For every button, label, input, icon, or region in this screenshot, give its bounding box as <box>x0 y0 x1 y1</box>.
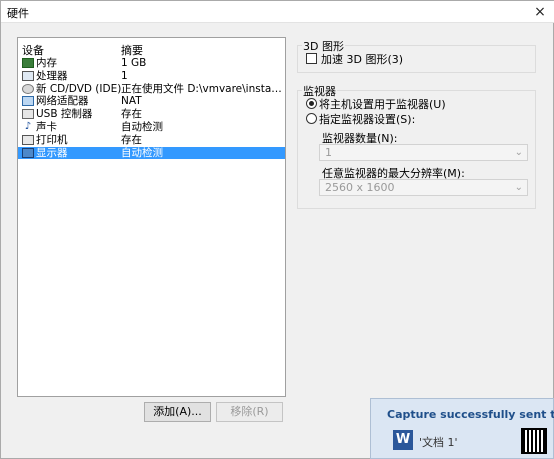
device-summary: 1 GB <box>121 57 147 69</box>
use-host-settings-radio[interactable] <box>306 98 317 109</box>
display-icon <box>22 147 34 158</box>
accelerate-3d-label[interactable]: 加速 3D 图形(3) <box>321 51 403 67</box>
chevron-down-icon: ⌄ <box>514 147 523 158</box>
device-row-processor[interactable]: 处理器 1 <box>18 70 285 83</box>
toast-document-name: '文档 1' <box>419 436 458 449</box>
device-name: 显示器 <box>36 146 68 159</box>
toast-message: Capture successfully sent to <box>387 408 554 421</box>
device-list-header: 设备 摘要 <box>18 38 285 58</box>
specify-monitor-settings-radio[interactable] <box>306 113 317 124</box>
device-name: 声卡 <box>36 120 57 133</box>
specify-monitor-settings-label[interactable]: 指定监视器设置(S): <box>319 111 415 127</box>
capture-toast[interactable]: Capture successfully sent to W '文档 1' <box>370 398 554 459</box>
device-name: 网络适配器 <box>36 95 89 108</box>
network-adapter-icon <box>22 96 34 107</box>
processor-icon <box>22 70 34 81</box>
device-row-printer[interactable]: 打印机 存在 <box>18 134 285 147</box>
max-resolution-value: 2560 x 1600 <box>325 181 395 194</box>
monitor-count-select[interactable]: 1 ⌄ <box>319 144 528 161</box>
device-row-network-adapter[interactable]: 网络适配器 NAT <box>18 95 285 108</box>
device-summary: 存在 <box>121 108 142 121</box>
device-name: 内存 <box>36 57 57 69</box>
title-bar: 硬件 × <box>1 1 554 23</box>
device-summary: 1 <box>121 69 128 82</box>
add-device-button[interactable]: 添加(A)... <box>144 402 211 422</box>
chevron-down-icon: ⌄ <box>514 182 523 193</box>
close-icon[interactable]: × <box>529 3 551 21</box>
device-name: 打印机 <box>36 133 68 146</box>
max-resolution-select[interactable]: 2560 x 1600 ⌄ <box>319 179 528 196</box>
device-name: USB 控制器 <box>36 108 93 121</box>
device-summary: 正在使用文件 D:\vmvare\install\Cen... <box>121 82 283 95</box>
window-title: 硬件 <box>7 7 29 20</box>
monitor-count-value: 1 <box>325 146 332 159</box>
device-row-usb-controller[interactable]: USB 控制器 存在 <box>18 108 285 121</box>
device-list[interactable]: 设备 摘要 内存 1 GB 处理器 1 新 CD/DVD (IDE) 正在使用文… <box>17 37 286 397</box>
remove-device-button[interactable]: 移除(R) <box>216 402 283 422</box>
device-row-sound-card[interactable]: ♪ 声卡 自动检测 <box>18 121 285 134</box>
qr-code-icon <box>521 428 547 454</box>
device-name: 新 CD/DVD (IDE) <box>36 82 122 95</box>
device-summary: 自动检测 <box>121 120 163 133</box>
column-header-summary[interactable]: 摘要 <box>121 42 143 58</box>
column-header-device[interactable]: 设备 <box>22 42 44 58</box>
word-app-icon: W <box>393 430 413 450</box>
use-host-settings-label[interactable]: 将主机设置用于监视器(U) <box>319 96 446 112</box>
device-row-display[interactable]: 显示器 自动检测 <box>18 146 285 160</box>
memory-icon <box>22 58 34 68</box>
printer-icon <box>22 134 34 145</box>
device-summary: 自动检测 <box>121 146 163 159</box>
sound-card-icon: ♪ <box>24 120 32 132</box>
hardware-window: 硬件 × 设备 摘要 内存 1 GB 处理器 1 新 CD/DVD (IDE) … <box>0 0 554 459</box>
cd-dvd-icon <box>22 83 34 94</box>
device-row-memory[interactable]: 内存 1 GB <box>18 57 285 70</box>
accelerate-3d-checkbox[interactable] <box>306 53 317 64</box>
device-row-cd-dvd[interactable]: 新 CD/DVD (IDE) 正在使用文件 D:\vmvare\install\… <box>18 83 285 96</box>
device-summary: 存在 <box>121 133 142 146</box>
device-name: 处理器 <box>36 69 68 82</box>
device-summary: NAT <box>121 95 142 108</box>
usb-controller-icon <box>22 109 34 120</box>
